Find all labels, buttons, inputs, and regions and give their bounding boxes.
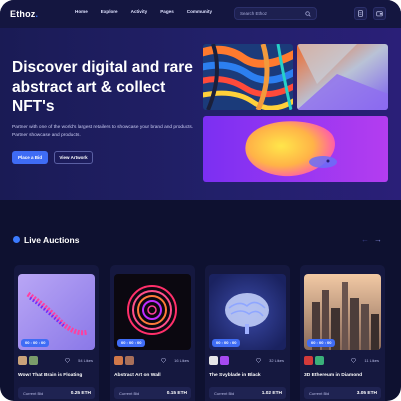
auction-card-title[interactable]: 3D Ethereum in Diamond <box>304 373 362 378</box>
auction-card[interactable]: 00 : 00 : 00 11 Likes 3D Ethereum in Dia… <box>300 265 385 401</box>
featured-artwork-blob[interactable] <box>203 116 388 182</box>
app-frame: Ethoz. Home Explore Activity Pages Commu… <box>0 0 401 401</box>
wallet-icon <box>376 11 383 17</box>
brand-logo-text: Ethoz <box>10 8 36 19</box>
current-bid-value: 0.15 ETH <box>166 390 187 396</box>
hero-title: Discover digital and rare abstract art &… <box>12 59 193 115</box>
auction-card-image[interactable]: 00 : 00 : 00 <box>114 274 191 350</box>
nav-item-pages[interactable]: Pages <box>160 9 174 14</box>
live-auctions-title: Live Auctions <box>24 235 80 245</box>
auction-card[interactable]: 00 : 00 : 00 32 Likes The Svyblade in Bl… <box>205 265 290 401</box>
heart-icon <box>256 358 262 363</box>
document-icon <box>358 10 363 17</box>
auction-card-image[interactable]: 00 : 00 : 00 <box>18 274 95 350</box>
auction-card-image[interactable]: 00 : 00 : 00 <box>304 274 381 350</box>
nav-item-explore[interactable]: Explore <box>101 9 118 14</box>
featured-artwork-paint[interactable] <box>203 44 293 110</box>
auction-timer: 00 : 00 : 00 <box>117 339 146 347</box>
likes-count[interactable]: 11 Likes <box>351 358 379 363</box>
brand-logo[interactable]: Ethoz. <box>10 9 38 19</box>
current-bid-value: 0.25 ETH <box>70 390 91 396</box>
likes-label: 54 Likes <box>78 358 93 363</box>
current-bid-label: Current Bid <box>309 391 330 396</box>
likes-count[interactable]: 32 Likes <box>256 358 284 363</box>
likes-label: 32 Likes <box>269 358 284 363</box>
auction-card[interactable]: 00 : 00 : 00 16 Likes Abstract Art on Wa… <box>110 265 195 401</box>
auction-card-image[interactable]: 00 : 00 : 00 <box>209 274 286 350</box>
auction-timer: 00 : 00 : 00 <box>212 339 241 347</box>
current-bid-label: Current Bid <box>214 391 235 396</box>
search-box <box>234 7 317 20</box>
brand-logo-dot: . <box>35 8 39 19</box>
auction-timer: 00 : 00 : 00 <box>307 339 336 347</box>
auction-card-title[interactable]: Abstract Art on Wall <box>114 373 161 378</box>
likes-count[interactable]: 54 Likes <box>65 358 93 363</box>
live-indicator <box>13 236 20 243</box>
likes-label: 16 Likes <box>174 358 189 363</box>
search-icon[interactable] <box>305 11 311 17</box>
avatar[interactable] <box>220 356 229 365</box>
current-bid-row: Current Bid 0.15 ETH <box>114 387 191 399</box>
heart-icon <box>65 358 71 363</box>
auction-timer: 00 : 00 : 00 <box>21 339 50 347</box>
avatar[interactable] <box>29 356 38 365</box>
hero-description: Partner with one of the world's largest … <box>12 125 194 138</box>
arrow-left-icon[interactable]: ← <box>361 235 369 244</box>
top-navbar: Ethoz. Home Explore Activity Pages Commu… <box>0 0 401 28</box>
avatar[interactable] <box>125 356 134 365</box>
featured-artwork-geometric[interactable] <box>297 44 388 110</box>
current-bid-row: Current Bid 3.05 ETH <box>304 387 381 399</box>
creator-avatars <box>114 356 136 365</box>
current-bid-row: Current Bid 1.02 ETH <box>209 387 286 399</box>
creator-avatars <box>304 356 326 365</box>
nav-item-activity[interactable]: Activity <box>131 9 148 14</box>
likes-count[interactable]: 16 Likes <box>161 358 189 363</box>
avatar[interactable] <box>315 356 324 365</box>
wallet-button[interactable] <box>373 7 386 20</box>
document-button[interactable] <box>354 7 367 20</box>
view-artwork-button[interactable]: View Artwork <box>54 151 93 164</box>
place-bid-button[interactable]: Place a Bid <box>12 151 48 164</box>
current-bid-value: 1.02 ETH <box>261 390 282 396</box>
current-bid-value: 3.05 ETH <box>356 390 377 396</box>
arrow-right-icon[interactable]: → <box>374 235 382 244</box>
auction-card[interactable]: 00 : 00 : 00 54 Likes Wow! That Brain is… <box>14 265 99 401</box>
avatar[interactable] <box>209 356 218 365</box>
current-bid-label: Current Bid <box>119 391 140 396</box>
heart-icon <box>351 358 357 363</box>
auction-card-title[interactable]: Wow! That Brain is Floating <box>18 373 82 378</box>
heart-icon <box>161 358 167 363</box>
likes-label: 11 Likes <box>364 358 379 363</box>
creator-avatars <box>18 356 40 365</box>
nav-item-home[interactable]: Home <box>75 9 88 14</box>
nav-item-community[interactable]: Community <box>187 9 212 14</box>
creator-avatars <box>209 356 231 365</box>
avatar[interactable] <box>18 356 27 365</box>
avatar[interactable] <box>304 356 313 365</box>
hero-section: Discover digital and rare abstract art &… <box>0 28 401 200</box>
main-nav: Home Explore Activity Pages Community <box>75 9 225 14</box>
current-bid-label: Current Bid <box>23 391 44 396</box>
search-input[interactable] <box>240 11 300 16</box>
avatar[interactable] <box>114 356 123 365</box>
auction-card-title[interactable]: The Svyblade in Black <box>209 373 261 378</box>
current-bid-row: Current Bid 0.25 ETH <box>18 387 95 399</box>
